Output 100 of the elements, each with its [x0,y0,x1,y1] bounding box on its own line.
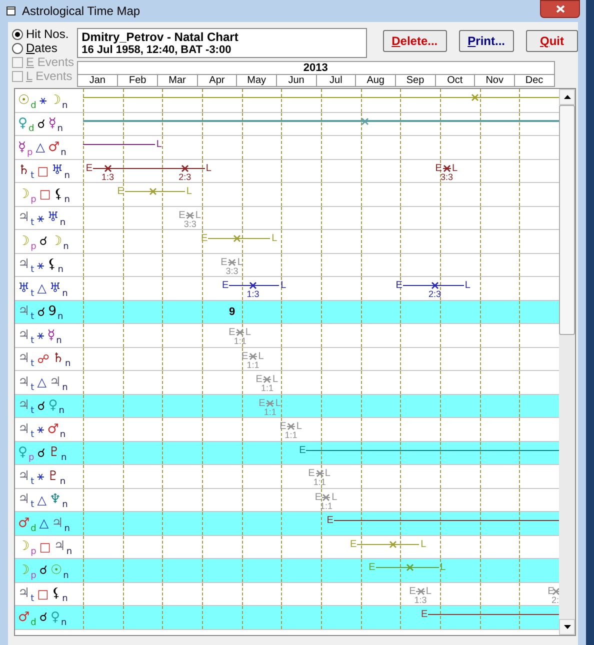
planet-symbol: ☿ [48,117,56,130]
event-end-label: L [206,162,212,174]
planet-symbol: ♃ [18,328,30,342]
subscript-label: n [65,360,71,369]
subscript-label: t [30,407,34,416]
event-start-label: E [86,162,93,174]
planet-symbol: ⚸ [52,587,62,600]
close-button[interactable] [540,0,580,18]
close-icon [556,5,564,13]
planet-symbol: ♇ [47,470,59,483]
subscript-label: n [64,524,70,534]
planet-symbol: ☽ [50,234,62,248]
month-label: Apr [196,75,236,86]
aspect-symbol: ☌ [39,235,48,248]
scroll-down-button[interactable] [559,619,575,635]
aspect-symbol: △ [39,517,49,530]
aspect-symbol: ☌ [39,564,48,576]
planet-symbol: ♅ [47,211,59,224]
month-label: May [236,75,276,86]
subscript-label: n [63,242,69,252]
subscript-label: n [57,125,64,134]
subscript-label: p [26,148,33,158]
subscript-label: n [64,196,70,204]
planet-symbol: ♃ [54,540,66,554]
subscript-label: n [62,595,68,604]
planet-symbol: 9 [48,305,57,318]
subscript-label: t [30,336,34,346]
subscript-label: n [62,102,68,110]
aspect-symbol: ⚹ [37,423,44,436]
planet-symbol: ♃ [18,211,30,224]
planet-symbol: ♃ [18,376,30,389]
scrollbar[interactable] [559,89,575,635]
month-label: Jan [88,75,106,86]
event-end-label: L [464,280,470,291]
aspect-symbol: ☌ [37,118,46,130]
toolbar-button[interactable]: Delete... [382,30,447,52]
planet-symbol: ♃ [18,493,30,506]
event-start-label: E [368,562,376,573]
hit-number: 1:1 [264,406,276,416]
event-end-label: L [452,162,458,174]
planet-symbol: ☿ [47,328,56,342]
subscript-label: p [30,572,36,580]
event-start-label: E [178,210,186,220]
aspect-symbol: △ [37,376,46,388]
chart-title-field[interactable]: Dmitry_Petrov - Natal Chart 16 Jul 1958, 12:40, BAT -3:00 [76,28,367,58]
event-end-label: L [440,562,446,573]
year-label: 2013 [302,62,329,74]
event-start-label: E [299,444,306,456]
subscript-label: n [58,313,64,322]
subscript-label: t [30,430,34,440]
option-label: Hit Nos. [26,28,69,40]
aspect-symbol: △ [37,282,46,294]
event-end-label: L [275,398,281,408]
subscript-label: t [30,501,34,510]
aspect-symbol: □ [37,164,49,177]
planet-symbol: ♄ [52,352,64,366]
hit-number: 1:3 [246,289,260,299]
planet-symbol: ♃ [18,399,30,412]
subscript-label: p [30,548,36,557]
toolbar-button[interactable]: Quit [526,30,578,52]
event-start-label: E [314,492,322,502]
subscript-label: p [28,454,34,463]
event-end-label: L [296,421,302,432]
aspect-symbol: ☌ [39,611,48,624]
hit-note: 9 [228,306,236,318]
month-label: Dec [514,75,554,86]
planet-symbol: ⚸ [54,188,64,201]
event-end-label: L [272,233,278,244]
aspect-symbol: ☌ [37,446,46,459]
subscript-label: t [30,478,34,486]
option-label: L Events [26,70,72,82]
planet-symbol: ☽ [49,94,62,107]
hit-number: 3:3 [226,266,238,276]
event-end-label: L [426,586,432,596]
radio-button[interactable] [12,28,23,40]
hit-number: 1:1 [260,383,274,393]
planet-symbol: ♀ [18,117,28,130]
event-end-label: L [156,139,162,150]
subscript-label: p [30,196,36,204]
event-start-label: E [242,350,248,362]
event-end-label: L [258,350,264,362]
subscript-label: n [64,172,70,181]
event-start-label: E [280,421,286,432]
hit-number: 1:1 [246,360,260,370]
toolbar-button[interactable]: Print... [458,30,514,52]
scroll-thumb[interactable] [559,105,575,335]
planet-symbol: ⚸ [47,258,57,272]
event-start-label: E [228,327,236,338]
planet-symbol: ☉ [50,564,62,577]
planet-symbol: ♃ [18,587,30,600]
planet-symbol: ♀ [18,446,28,460]
planet-symbol: ♂ [48,140,60,154]
event-start-label: E [350,538,357,550]
hit-number: 1:1 [234,336,246,346]
event-end-label: L [280,280,286,291]
aspect-symbol: ⚹ [37,212,44,224]
aspect-symbol: △ [37,494,46,506]
event-end-label: L [332,492,338,502]
radio-button[interactable] [12,42,23,54]
scroll-up-button[interactable] [559,89,575,105]
